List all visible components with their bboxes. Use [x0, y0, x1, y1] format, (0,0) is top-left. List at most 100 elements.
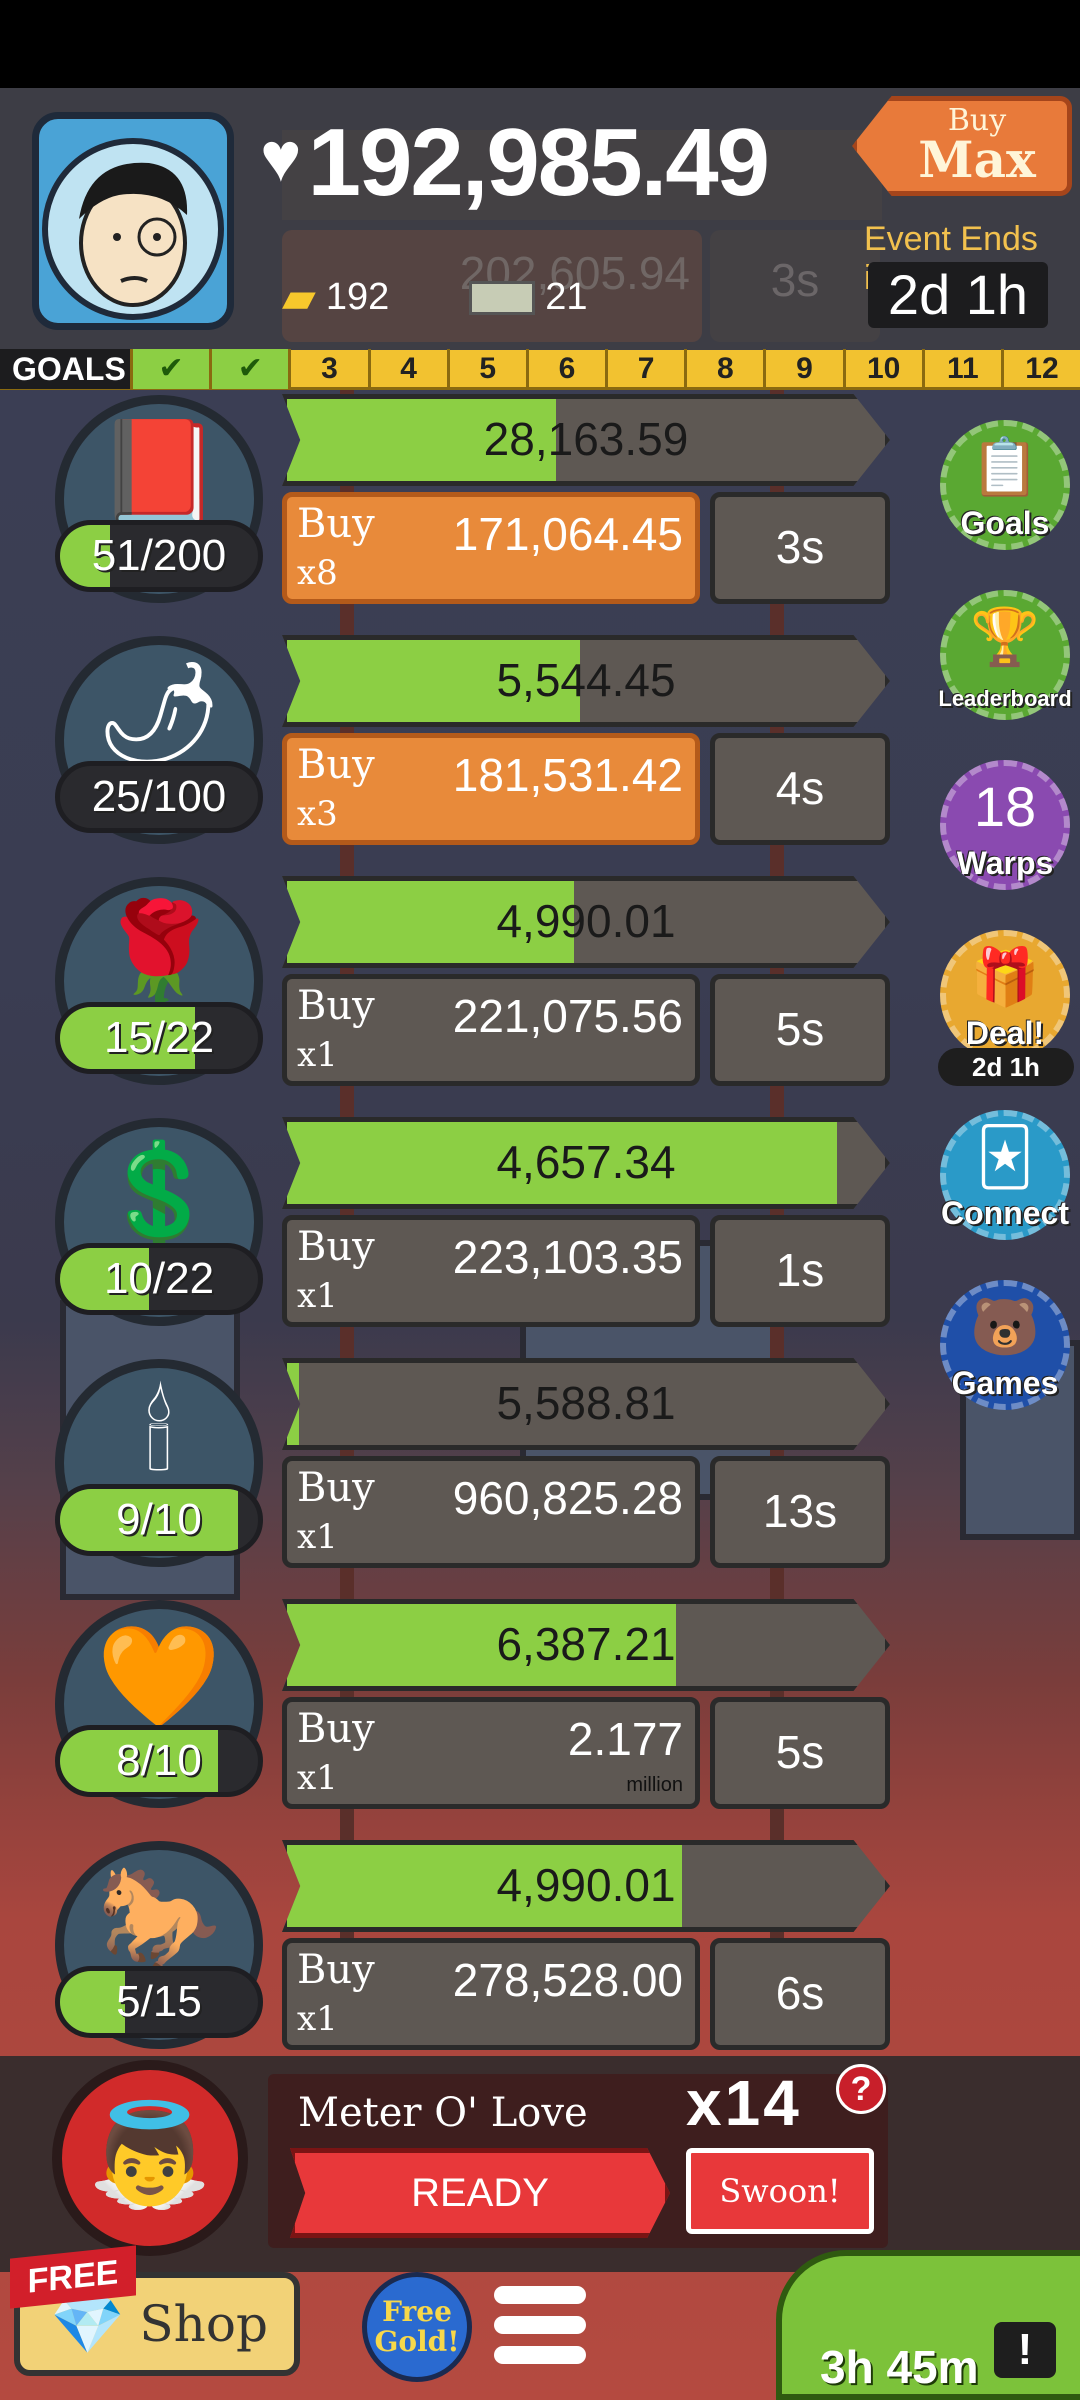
cycle-timer: 5s — [710, 974, 890, 1086]
cash-icon — [469, 280, 536, 315]
owned-count-text: 15/22 — [103, 1013, 215, 1062]
production-progress[interactable]: 5,544.45 — [282, 635, 890, 727]
trophy-icon: 🏆 — [970, 605, 1040, 668]
goal-cell: 5 — [446, 348, 526, 389]
badge-label: Warps — [956, 845, 1054, 881]
badge-label: Goals — [960, 505, 1050, 541]
buy-cost: 221,075.56 — [452, 990, 683, 1042]
production-progress[interactable]: 5,588.81 — [282, 1358, 890, 1450]
swoon-button[interactable]: Swoon! — [686, 2148, 874, 2234]
currency-row: ▰ 192 21 — [282, 272, 588, 323]
bottom-timer: 3h 45m — [820, 2341, 979, 2393]
menu-line — [494, 2316, 586, 2334]
buy-button[interactable]: Buy x1 2.177 million — [282, 1697, 700, 1809]
buy-max-bottom: Max — [918, 130, 1036, 189]
production-progress[interactable]: 4,990.01 — [282, 876, 890, 968]
production-value: 6,387.21 — [496, 1618, 676, 1670]
cycle-timer: 3s — [710, 492, 890, 604]
buy-multiplier: x1 — [297, 1035, 338, 1075]
badge-label: Connect — [941, 1195, 1069, 1231]
buy-multiplier: x1 — [297, 1276, 338, 1316]
buy-button[interactable]: Buy x1 221,075.56 — [282, 974, 700, 1086]
upgrade-row: 🕯 9/10 5,588.81 Buy x1 960,825.28 13s — [0, 1354, 900, 1595]
buy-multiplier: x1 — [297, 1517, 338, 1557]
buy-button[interactable]: Buy x1 278,528.00 — [282, 1938, 700, 2050]
buy-cost: 181,531.42 — [452, 749, 683, 801]
deal-badge[interactable]: 🎁 Deal! — [940, 930, 1070, 1060]
games-badge[interactable]: 🐻 Games — [940, 1280, 1070, 1410]
owned-count: 9/10 — [55, 1484, 263, 1556]
owned-count: 10/22 — [55, 1243, 263, 1315]
cycle-timer: 13s — [710, 1456, 890, 1568]
buy-cost: 278,528.00 — [452, 1954, 683, 2006]
buy-button[interactable]: Buy x8 171,064.45 — [282, 492, 700, 604]
book-icon-glyph: 📕 — [96, 416, 222, 528]
goal-cell: 9 — [763, 348, 842, 389]
tv-icon[interactable]: ! — [994, 2322, 1056, 2378]
buy-label: Buy — [297, 501, 375, 547]
goal-cell: 3 — [288, 348, 367, 389]
goal-cell: 6 — [525, 348, 605, 389]
heart-candy-icon-glyph: 🧡 — [96, 1621, 222, 1733]
buy-cost-unit: million — [626, 1774, 683, 1796]
buy-button[interactable]: Buy x3 181,531.42 — [282, 733, 700, 845]
production-value: 4,990.01 — [496, 1859, 676, 1911]
production-progress[interactable]: 28,163.59 — [282, 394, 890, 486]
buy-cost: 2.177 — [567, 1713, 683, 1765]
production-value: 4,657.34 — [496, 1136, 676, 1188]
buy-multiplier: x1 — [297, 1758, 338, 1798]
buy-multiplier: x3 — [297, 794, 338, 834]
ghost-timer: 3s — [770, 254, 820, 306]
badge-label: Leaderboard — [938, 686, 1072, 711]
warps-badge[interactable]: 18 Warps — [940, 760, 1070, 890]
games-icon: 🐻 — [970, 1295, 1040, 1358]
badge-label: Games — [951, 1365, 1059, 1401]
connect-badge[interactable]: 🃏 Connect — [940, 1110, 1070, 1240]
goals-badge[interactable]: 📋 Goals — [940, 420, 1070, 550]
hamburger-menu-button[interactable] — [494, 2286, 586, 2372]
cupid-button[interactable]: 👼 — [52, 2060, 248, 2256]
production-progress[interactable]: 4,990.01 — [282, 1840, 890, 1932]
leaderboard-badge[interactable]: 🏆 Leaderboard — [938, 590, 1072, 720]
free-gold-button[interactable]: Free Gold! — [362, 2272, 472, 2382]
buy-multiplier: x8 — [297, 553, 338, 593]
production-progress[interactable]: 4,657.34 — [282, 1117, 890, 1209]
player-avatar[interactable] — [32, 112, 234, 330]
money-value: 192,985.49 — [307, 109, 770, 216]
goals-label: GOALS — [0, 348, 130, 389]
buy-label: Buy — [297, 1465, 375, 1511]
goal-cell: 10 — [842, 348, 922, 389]
menu-line — [494, 2286, 586, 2304]
carriage-icon-glyph: 🐎 — [96, 1862, 222, 1974]
production-value: 28,163.59 — [483, 413, 689, 465]
header-ghost-timer: 3s — [710, 230, 880, 342]
badge-label: Deal! — [965, 1015, 1045, 1051]
buy-label: Buy — [297, 1947, 375, 1993]
event-timer: 2d 1h — [868, 262, 1048, 328]
clock-icon: 18 — [973, 775, 1037, 838]
owned-count-text: 51/200 — [91, 531, 227, 580]
production-progress[interactable]: 6,387.21 — [282, 1599, 890, 1691]
buy-button[interactable]: Buy x1 960,825.28 — [282, 1456, 700, 1568]
buy-max-button[interactable]: Buy Max — [852, 96, 1072, 196]
upgrade-row: 📕 51/200 28,163.59 Buy x8 171,064.45 3s — [0, 390, 900, 631]
production-value: 5,588.81 — [496, 1377, 676, 1429]
deal-timer: 2d 1h — [938, 1048, 1074, 1086]
goal-check-icon: ✔ — [130, 348, 210, 389]
goal-cell: 11 — [921, 348, 1001, 389]
buy-cost: 223,103.35 — [452, 1231, 683, 1283]
buy-label: Buy — [297, 983, 375, 1029]
owned-count: 8/10 — [55, 1725, 263, 1797]
cycle-timer: 5s — [710, 1697, 890, 1809]
goal-cell: 8 — [684, 348, 763, 389]
cycle-timer: 6s — [710, 1938, 890, 2050]
owned-count: 25/100 — [55, 761, 263, 833]
production-value: 5,544.45 — [496, 654, 676, 706]
buy-button[interactable]: Buy x1 223,103.35 — [282, 1215, 700, 1327]
gold-count: 192 — [325, 276, 390, 318]
goal-cell: 12 — [1000, 348, 1080, 389]
ready-bar: READY — [290, 2148, 670, 2238]
status-bar — [0, 0, 1080, 88]
help-button[interactable]: ? — [836, 2064, 886, 2114]
goals-strip[interactable]: GOALS ✔ ✔ 3 4 5 6 7 8 9 10 11 12 — [0, 348, 1080, 390]
